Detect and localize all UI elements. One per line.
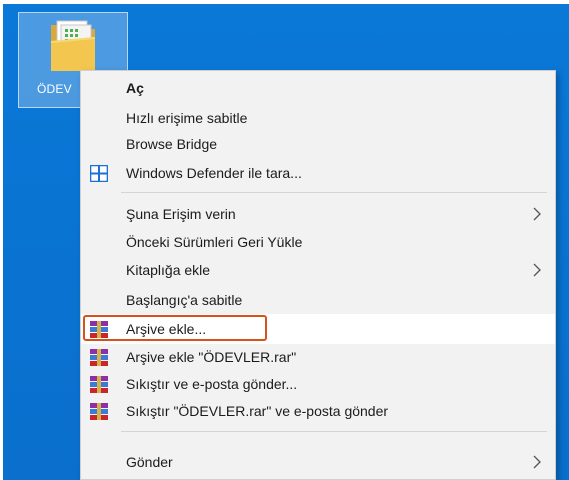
menu-item-open[interactable]: Aç xyxy=(81,73,555,103)
folder-icon[interactable] xyxy=(48,19,98,73)
menu-item-defender-scan[interactable]: Windows Defender ile tara... xyxy=(81,158,555,188)
chevron-right-icon xyxy=(533,207,541,221)
menu-item-label: Gönder xyxy=(126,454,173,470)
menu-item-add-to-rar[interactable]: Arşive ekle "ÖDEVLER.rar" xyxy=(81,342,555,372)
menu-item-label: Sıkıştır ve e-posta gönder... xyxy=(126,376,298,392)
menu-item-compress-rar-email[interactable]: Sıkıştır "ÖDEVLER.rar" ve e-posta gönder xyxy=(81,396,555,426)
chevron-right-icon xyxy=(533,455,541,469)
menu-item-label: Arşive ekle "ÖDEVLER.rar" xyxy=(126,349,297,365)
menu-item-restore-versions[interactable]: Önceki Sürümleri Geri Yükle xyxy=(81,227,555,257)
menu-item-label: Başlangıç'a sabitle xyxy=(126,292,243,308)
menu-item-compress-email[interactable]: Sıkıştır ve e-posta gönder... xyxy=(81,369,555,399)
winrar-icon xyxy=(90,403,108,420)
menu-item-label: Kitaplığa ekle xyxy=(126,262,211,278)
winrar-icon xyxy=(90,321,108,338)
menu-separator xyxy=(121,431,547,432)
windows-defender-icon xyxy=(90,165,108,182)
screenshot-stage: ÖDEV Aç Hızlı erişime sabitle Browse Bri… xyxy=(0,0,569,480)
menu-item-label: Aç xyxy=(126,80,144,96)
menu-item-label: Arşive ekle... xyxy=(126,321,207,337)
chevron-right-icon xyxy=(533,263,541,277)
winrar-icon xyxy=(90,376,108,393)
desktop-folder-label: ÖDEV xyxy=(37,82,72,96)
menu-item-pin-start[interactable]: Başlangıç'a sabitle xyxy=(81,285,555,315)
winrar-icon xyxy=(90,349,108,366)
menu-item-browse-bridge[interactable]: Browse Bridge xyxy=(81,129,555,159)
menu-item-add-to-library[interactable]: Kitaplığa ekle xyxy=(81,255,555,285)
menu-item-label: Browse Bridge xyxy=(126,136,218,152)
menu-item-label: Sıkıştır "ÖDEVLER.rar" ve e-posta gönder xyxy=(126,403,389,419)
context-menu: Aç Hızlı erişime sabitle Browse Bridge W… xyxy=(80,70,556,480)
menu-item-send-to[interactable]: Gönder xyxy=(81,447,555,477)
menu-item-label: Önceki Sürümleri Geri Yükle xyxy=(126,234,303,250)
menu-item-label: Windows Defender ile tara... xyxy=(126,165,302,181)
menu-item-label: Şuna Erişim verin xyxy=(126,206,236,222)
menu-item-add-to-archive[interactable]: Arşive ekle... xyxy=(81,314,555,344)
menu-separator xyxy=(121,192,547,193)
menu-item-give-access[interactable]: Şuna Erişim verin xyxy=(81,199,555,229)
